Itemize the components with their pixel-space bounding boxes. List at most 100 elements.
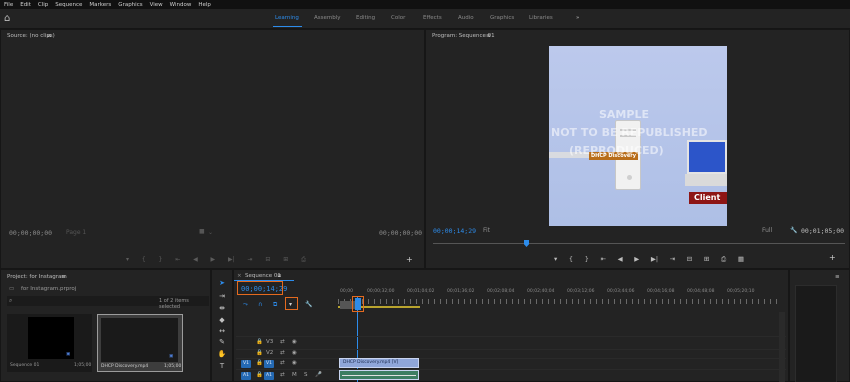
tab-audio[interactable]: Audio xyxy=(458,15,474,21)
menu-help[interactable]: Help xyxy=(198,2,211,8)
panel-menu-icon[interactable]: ≡ xyxy=(47,33,52,39)
hand-tool-icon[interactable]: ✋ xyxy=(217,350,227,358)
lift-icon[interactable]: ⊟ xyxy=(687,255,692,264)
wrench-icon[interactable]: 🔧 xyxy=(790,227,797,234)
track-select-tool-icon[interactable]: ⇥ xyxy=(217,292,227,300)
pen-tool-icon[interactable]: ✎ xyxy=(217,338,227,346)
tab-assembly[interactable]: Assembly xyxy=(314,15,341,21)
sync-lock-icon[interactable]: ⇄ xyxy=(280,339,285,345)
panel-menu-icon[interactable]: ≡ xyxy=(61,274,66,280)
menu-edit[interactable]: Edit xyxy=(20,2,31,8)
tab-libraries[interactable]: Libraries xyxy=(529,15,553,21)
menu-window[interactable]: Window xyxy=(170,2,192,8)
video-clip[interactable]: DHCP Discovery.mp4 [V] xyxy=(339,358,419,368)
play-icon[interactable]: ▶ xyxy=(211,256,216,264)
close-icon[interactable]: × xyxy=(237,273,242,279)
ripple-edit-tool-icon[interactable]: ⇼ xyxy=(217,304,227,312)
eye-icon[interactable]: ◉ xyxy=(292,339,297,345)
go-to-out-icon[interactable]: ⇥ xyxy=(248,256,253,264)
program-fit-dropdown[interactable]: Fit xyxy=(483,227,490,234)
source-patch-v1[interactable]: V1 xyxy=(241,360,251,368)
timeline-settings-icon[interactable]: 🔧 xyxy=(305,301,312,308)
project-panel-title[interactable]: Project: for Instagram xyxy=(7,274,67,280)
eye-icon[interactable]: ◉ xyxy=(292,350,297,356)
mark-in-icon[interactable]: { xyxy=(569,255,573,264)
step-forward-icon[interactable]: ▶| xyxy=(228,256,235,264)
mute-button[interactable]: M xyxy=(292,372,297,378)
home-icon[interactable]: ⌂ xyxy=(4,13,16,25)
marker-icon[interactable]: ▾ xyxy=(126,256,129,264)
mark-in-icon[interactable]: { xyxy=(142,256,146,264)
razor-tool-icon[interactable]: ◆ xyxy=(217,316,227,324)
slip-tool-icon[interactable]: ↔ xyxy=(217,327,227,335)
playhead-handle[interactable] xyxy=(524,240,529,247)
eye-icon[interactable]: ◉ xyxy=(292,360,297,366)
menu-graphics[interactable]: Graphics xyxy=(118,2,142,8)
menu-clip[interactable]: Clip xyxy=(38,2,48,8)
source-fit-dropdown[interactable]: Page 1 xyxy=(66,229,86,236)
sync-lock-icon[interactable]: ⇄ xyxy=(280,372,285,378)
tab-color[interactable]: Color xyxy=(391,15,405,21)
panel-menu-icon[interactable]: ≡ xyxy=(277,273,282,279)
step-back-icon[interactable]: ◀ xyxy=(193,256,198,264)
program-add-button[interactable]: + xyxy=(829,253,836,262)
track-target-a1[interactable]: A1 xyxy=(264,372,274,380)
lock-icon[interactable]: 🔒 xyxy=(256,339,263,345)
type-tool-icon[interactable]: T xyxy=(217,362,227,370)
sync-lock-icon[interactable]: ⇄ xyxy=(280,350,285,356)
project-item-duration: 1;05;00 xyxy=(164,364,182,369)
export-frame-icon[interactable]: ⎙ xyxy=(301,256,306,264)
panel-menu-icon[interactable]: ≡ xyxy=(835,274,840,280)
overwrite-icon[interactable]: ⊞ xyxy=(283,256,288,264)
track-target-v1[interactable]: V1 xyxy=(264,360,274,368)
compare-icon[interactable]: ▦ xyxy=(738,255,744,264)
menu-sequence[interactable]: Sequence xyxy=(55,2,82,8)
go-to-in-icon[interactable]: ⇤ xyxy=(175,256,180,264)
step-back-icon[interactable]: ◀ xyxy=(618,255,623,264)
camera-icon[interactable]: ⎙ xyxy=(721,255,726,264)
step-forward-icon[interactable]: ▶| xyxy=(651,255,658,264)
sequence-tab[interactable]: Sequence 01 xyxy=(245,273,281,279)
menu-markers[interactable]: Markers xyxy=(89,2,111,8)
program-video-frame: DHCP Discovery Client SAMPLE NOT TO BE R… xyxy=(549,46,727,226)
linked-selection-icon[interactable]: ⧉ xyxy=(273,301,277,309)
source-settings-icon[interactable]: ■ xyxy=(199,228,205,235)
project-item-sequence[interactable]: ▣ Sequence 01 1;05;00 xyxy=(7,314,92,372)
audio-clip[interactable] xyxy=(339,370,419,380)
source-transport-controls: ▾ { } ⇤ ◀ ▶ ▶| ⇥ ⊟ ⊞ ⎙ xyxy=(126,256,306,264)
timeline-scrollbar[interactable] xyxy=(779,312,785,382)
program-scrubber[interactable] xyxy=(433,240,845,247)
source-patch-a1[interactable]: A1 xyxy=(241,372,251,380)
lock-icon[interactable]: 🔒 xyxy=(256,360,263,366)
snap-icon[interactable]: ∩ xyxy=(258,301,262,308)
menu-file[interactable]: File xyxy=(4,2,13,8)
more-workspaces-icon[interactable]: » xyxy=(576,15,579,21)
tab-editing[interactable]: Editing xyxy=(356,15,375,21)
menu-view[interactable]: View xyxy=(150,2,163,8)
mark-out-icon[interactable]: } xyxy=(159,256,163,264)
project-item-clip-selected[interactable]: ▣ DHCP Discovery.mp4 1;05;00 xyxy=(97,314,183,372)
program-timecode[interactable]: 00;00;14;29 xyxy=(433,227,476,235)
sync-lock-icon[interactable]: ⇄ xyxy=(280,360,285,366)
source-add-button[interactable]: + xyxy=(406,255,413,264)
selection-tool-icon[interactable]: ➤ xyxy=(217,279,227,287)
lock-icon[interactable]: 🔒 xyxy=(256,350,263,356)
mark-out-icon[interactable]: } xyxy=(585,255,589,264)
tab-learning[interactable]: Learning xyxy=(275,15,299,21)
ruler-label: 00;04;16;08 xyxy=(647,289,675,294)
play-icon[interactable]: ▶ xyxy=(634,255,639,264)
insert-icon[interactable]: ⊟ xyxy=(265,256,270,264)
extract-icon[interactable]: ⊞ xyxy=(704,255,709,264)
source-dropdown-icon[interactable]: ⌄ xyxy=(208,229,213,236)
go-to-in-icon[interactable]: ⇤ xyxy=(600,255,605,264)
panel-menu-icon[interactable]: ≡ xyxy=(486,33,491,39)
tab-graphics[interactable]: Graphics xyxy=(490,15,514,21)
program-quality-dropdown[interactable]: Full xyxy=(762,227,772,234)
marker-icon[interactable]: ▾ xyxy=(554,255,557,264)
tab-effects[interactable]: Effects xyxy=(423,15,442,21)
go-to-out-icon[interactable]: ⇥ xyxy=(670,255,675,264)
lock-icon[interactable]: 🔒 xyxy=(256,372,263,378)
microphone-icon[interactable]: 🎤 xyxy=(315,372,322,378)
nest-icon[interactable]: ⤳ xyxy=(243,301,248,309)
solo-button[interactable]: S xyxy=(304,372,308,378)
